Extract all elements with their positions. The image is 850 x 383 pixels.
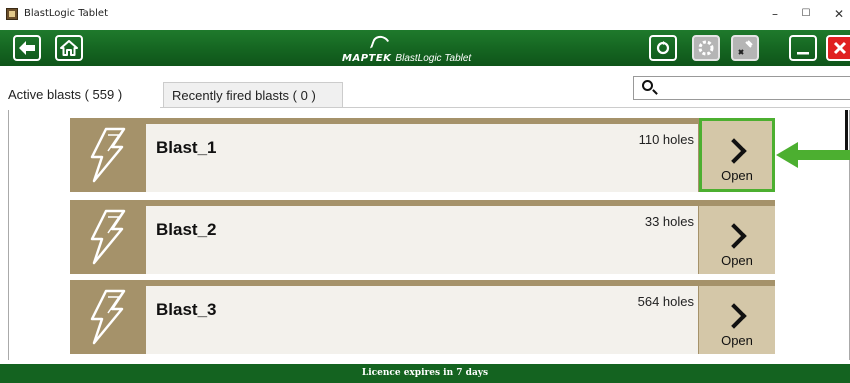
lightning-icon — [70, 118, 146, 192]
open-button-label: Open — [721, 168, 753, 183]
settings-button[interactable] — [692, 35, 720, 61]
close-app-button[interactable] — [826, 35, 850, 61]
arrow-left-icon — [19, 41, 35, 55]
blast-name: Blast_3 — [156, 300, 217, 319]
window-title: BlastLogic Tablet — [24, 8, 108, 19]
window-close-button[interactable]: ✕ — [828, 4, 850, 24]
blast-name: Blast_1 — [156, 138, 217, 157]
blast-row[interactable]: Blast_3 564 holes Open — [70, 280, 775, 354]
open-blast-button[interactable]: Open — [699, 118, 775, 192]
tab-active-blasts[interactable]: Active blasts ( 559 ) — [0, 82, 160, 108]
blast-hole-count: 110 holes — [638, 132, 694, 147]
blast-row[interactable]: Blast_2 33 holes Open — [70, 200, 775, 274]
blast-card[interactable]: Blast_1 110 holes — [146, 124, 698, 192]
maptek-swoosh-icon — [369, 33, 393, 55]
blast-list: Blast_1 110 holes Open Blast_2 33 holes — [8, 110, 850, 360]
sync-button[interactable] — [649, 35, 677, 61]
minimize-icon — [797, 52, 809, 55]
app-icon — [6, 8, 18, 20]
chevron-right-icon — [721, 223, 747, 249]
blast-hole-count: 33 holes — [644, 214, 694, 229]
chevron-right-icon — [721, 303, 747, 329]
blast-card[interactable]: Blast_2 33 holes — [146, 206, 698, 274]
settings-icon — [698, 40, 714, 56]
tab-recently-fired-blasts[interactable]: Recently fired blasts ( 0 ) — [163, 82, 343, 108]
blast-name: Blast_2 — [156, 220, 217, 239]
pointer-arrow-icon — [776, 142, 850, 168]
home-icon — [60, 40, 78, 56]
back-button[interactable] — [13, 35, 41, 61]
open-blast-button[interactable]: Open — [699, 206, 775, 274]
brand-product: BlastLogic Tablet — [395, 53, 472, 64]
minimize-app-button[interactable] — [789, 35, 817, 61]
home-button[interactable] — [55, 35, 83, 61]
window-minimize-button[interactable]: – — [764, 4, 786, 24]
search-icon — [642, 80, 653, 91]
brand-company: MAPTEK — [342, 53, 392, 64]
window-titlebar: BlastLogic Tablet – ☐ ✕ — [0, 0, 850, 30]
chevron-right-icon — [721, 138, 747, 164]
blastlogic-app: BlastLogic Tablet – ☐ ✕ MAPTEK BlastLogi… — [0, 0, 850, 383]
tab-bar: Active blasts ( 559 ) Recently fired bla… — [0, 66, 850, 110]
tab-divider — [160, 107, 850, 108]
blast-row[interactable]: Blast_1 110 holes Open — [70, 118, 775, 192]
search-input[interactable] — [633, 76, 850, 100]
tools-icon — [738, 40, 753, 55]
open-blast-button[interactable]: Open — [699, 286, 775, 354]
open-button-label: Open — [721, 253, 753, 268]
licence-status-bar: Licence expires in 7 days — [0, 364, 850, 383]
open-button-label: Open — [721, 333, 753, 348]
lightning-icon — [70, 200, 146, 274]
sync-icon — [656, 41, 670, 55]
close-icon — [833, 41, 847, 55]
lightning-icon — [70, 280, 146, 354]
maptek-brand-logo: MAPTEK BlastLogic Tablet — [342, 33, 472, 64]
tools-button[interactable] — [731, 35, 759, 61]
app-toolbar: MAPTEK BlastLogic Tablet — [0, 30, 850, 66]
blast-card[interactable]: Blast_3 564 holes — [146, 286, 698, 354]
window-maximize-button[interactable]: ☐ — [795, 4, 817, 24]
blast-hole-count: 564 holes — [637, 294, 694, 309]
